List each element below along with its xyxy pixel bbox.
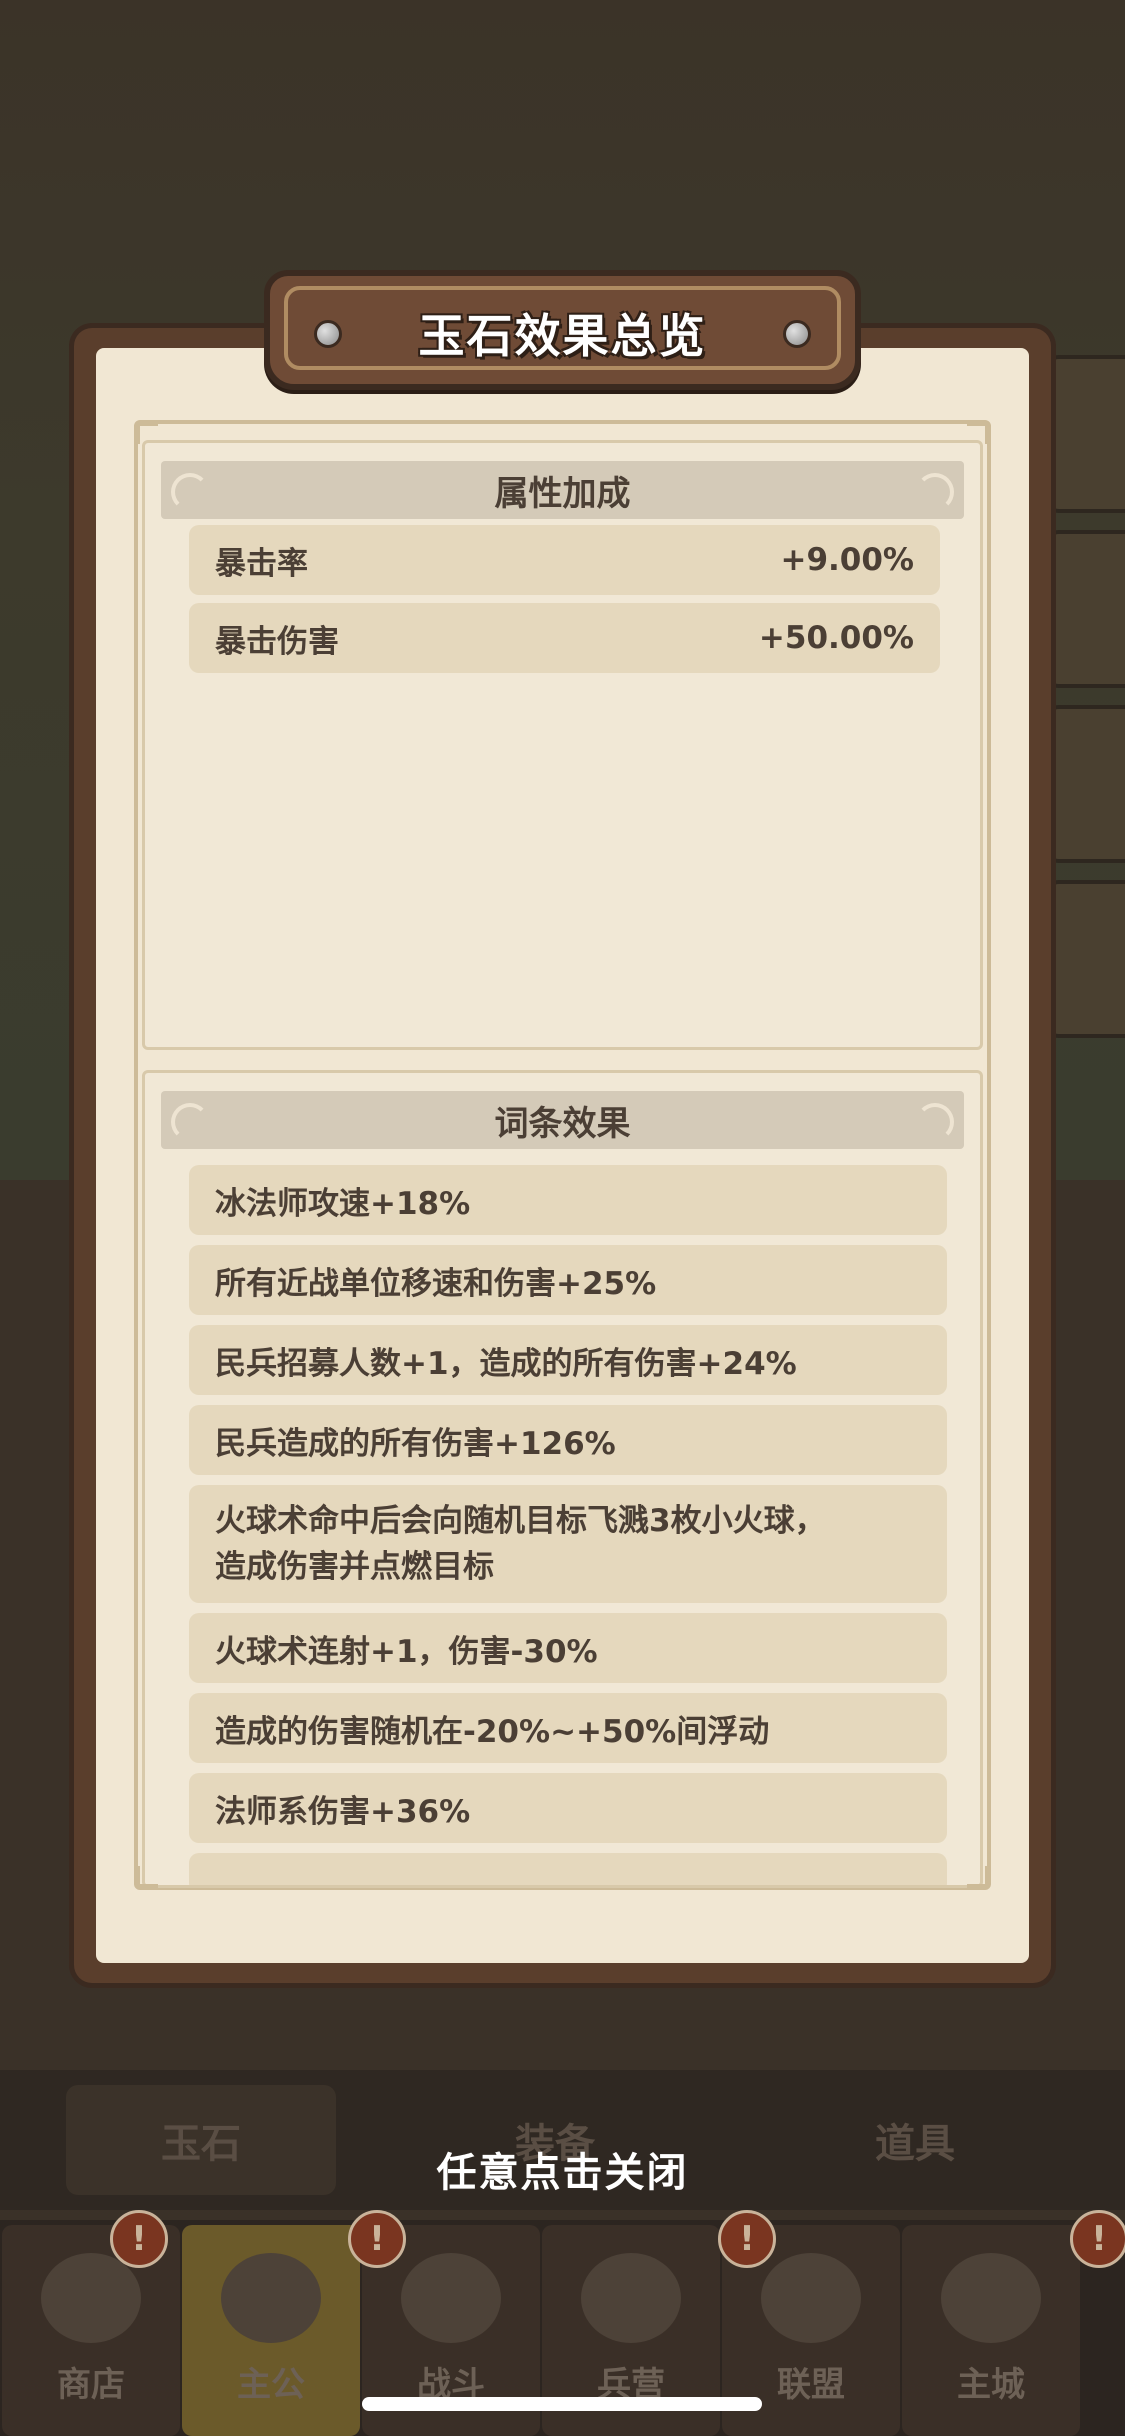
attribute-value: +50.00% [758,620,914,656]
affix-text: 民兵招募人数+1，造成的所有伤害+24% [215,1345,797,1382]
corner-ornament-icon [967,1866,989,1888]
affix-row: 冰法师攻速+18% [189,1165,947,1235]
background-card [1045,355,1125,513]
corner-ornament-icon [136,422,158,444]
alert-icon: ! [718,2210,776,2268]
affix-text: 民兵造成的所有伤害+126% [215,1425,616,1462]
attribute-row: 暴击伤害 +50.00% [189,603,940,673]
lord-icon [221,2253,321,2343]
home-indicator[interactable] [362,2397,762,2411]
barracks-icon [581,2253,681,2343]
affix-row: 民兵招募人数+1，造成的所有伤害+24% [189,1325,947,1395]
affix-effects-section[interactable]: 词条效果 冰法师攻速+18% 所有近战单位移速和伤害+25% 民兵招募人数+1，… [142,1070,983,1888]
affix-row: 火球术连射+1，伤害-30% [189,1613,947,1683]
affix-row-partial [189,1853,947,1885]
attribute-value: +9.00% [780,542,914,578]
affix-text: 造成的伤害随机在-20%~+50%间浮动 [215,1713,770,1750]
title-plaque: 玉石效果总览 [264,270,861,390]
alert-icon: ! [110,2210,168,2268]
affix-text: 法师系伤害+36% [215,1793,471,1830]
affix-text-line: 造成伤害并点燃目标 [215,1549,494,1585]
attribute-row: 暴击率 +9.00% [189,525,940,595]
affix-text: 所有近战单位移速和伤害+25% [215,1265,657,1302]
attribute-name: 暴击率 [215,545,308,582]
corner-ornament-icon [136,1866,158,1888]
affix-row: 火球术命中后会向随机目标飞溅3枚小火球， 造成伤害并点燃目标 [189,1485,947,1603]
alert-icon: ! [1070,2210,1125,2268]
nav-lord[interactable]: 主公 [182,2225,360,2436]
nav-label: 商店 [57,2365,125,2405]
panel-title: 玉石效果总览 [418,309,707,363]
crossed-swords-icon [401,2253,501,2343]
affix-text: 火球术连射+1，伤害-30% [215,1633,598,1670]
attributes-header: 属性加成 [161,461,964,519]
affix-header: 词条效果 [161,1091,964,1149]
alert-icon: ! [348,2210,406,2268]
banner-icon [761,2253,861,2343]
background-card [1045,880,1125,1038]
affix-row: 民兵造成的所有伤害+126% [189,1405,947,1475]
nav-label: 主城 [957,2365,1025,2405]
shop-icon [41,2253,141,2343]
map-icon [941,2253,1041,2343]
attribute-name: 暴击伤害 [215,623,339,660]
nav-main-city[interactable]: 主城 [902,2225,1080,2436]
close-hint[interactable]: 任意点击关闭 [0,2140,1125,2198]
attributes-section: 属性加成 暴击率 +9.00% 暴击伤害 +50.00% [142,440,983,1050]
affix-row: 造成的伤害随机在-20%~+50%间浮动 [189,1693,947,1763]
affix-text: 冰法师攻速+18% [215,1185,471,1222]
corner-ornament-icon [967,422,989,444]
affix-row: 所有近战单位移速和伤害+25% [189,1245,947,1315]
affix-row: 法师系伤害+36% [189,1773,947,1843]
affix-text-line: 火球术命中后会向随机目标飞溅3枚小火球， [215,1503,826,1539]
background-card [1045,705,1125,863]
nav-label: 联盟 [777,2365,845,2405]
nav-label: 主公 [237,2365,305,2405]
background-card [1045,530,1125,688]
